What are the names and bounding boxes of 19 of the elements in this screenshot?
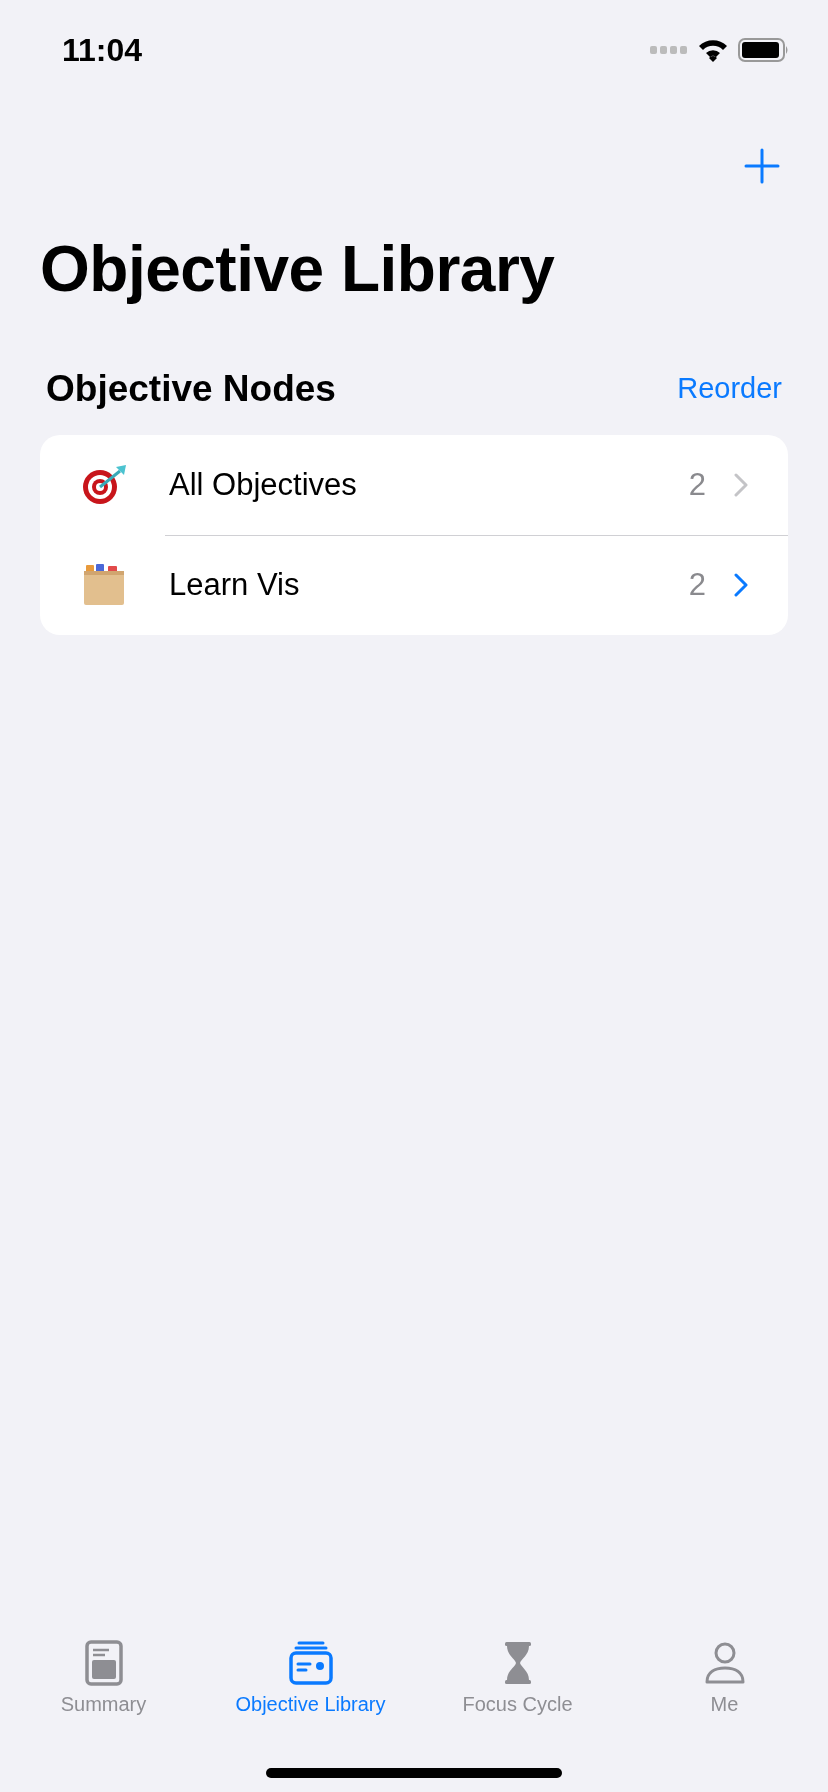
list-row[interactable]: Learn Vis 2 (40, 535, 788, 635)
plus-icon (744, 148, 780, 184)
page-title: Objective Library (40, 232, 556, 306)
tab-item[interactable]: Objective Library (207, 1639, 414, 1716)
card-stack-icon (287, 1639, 334, 1687)
list-row[interactable]: All Objectives 2 (40, 435, 788, 535)
wifi-icon (698, 38, 728, 62)
battery-icon (738, 38, 790, 62)
tab-item[interactable]: Summary (0, 1639, 207, 1716)
row-count: 2 (688, 467, 706, 503)
status-time: 11:04 (62, 31, 143, 69)
signal-icon (650, 45, 688, 55)
row-count: 2 (688, 567, 706, 603)
tab-item[interactable]: Focus Cycle (414, 1639, 621, 1716)
row-label: Learn Vis (169, 567, 301, 603)
row-label: All Objectives (169, 467, 358, 503)
tab-item[interactable]: Me (621, 1639, 828, 1716)
section-title: Objective Nodes (46, 367, 336, 410)
reorder-button[interactable]: Reorder (677, 366, 782, 411)
